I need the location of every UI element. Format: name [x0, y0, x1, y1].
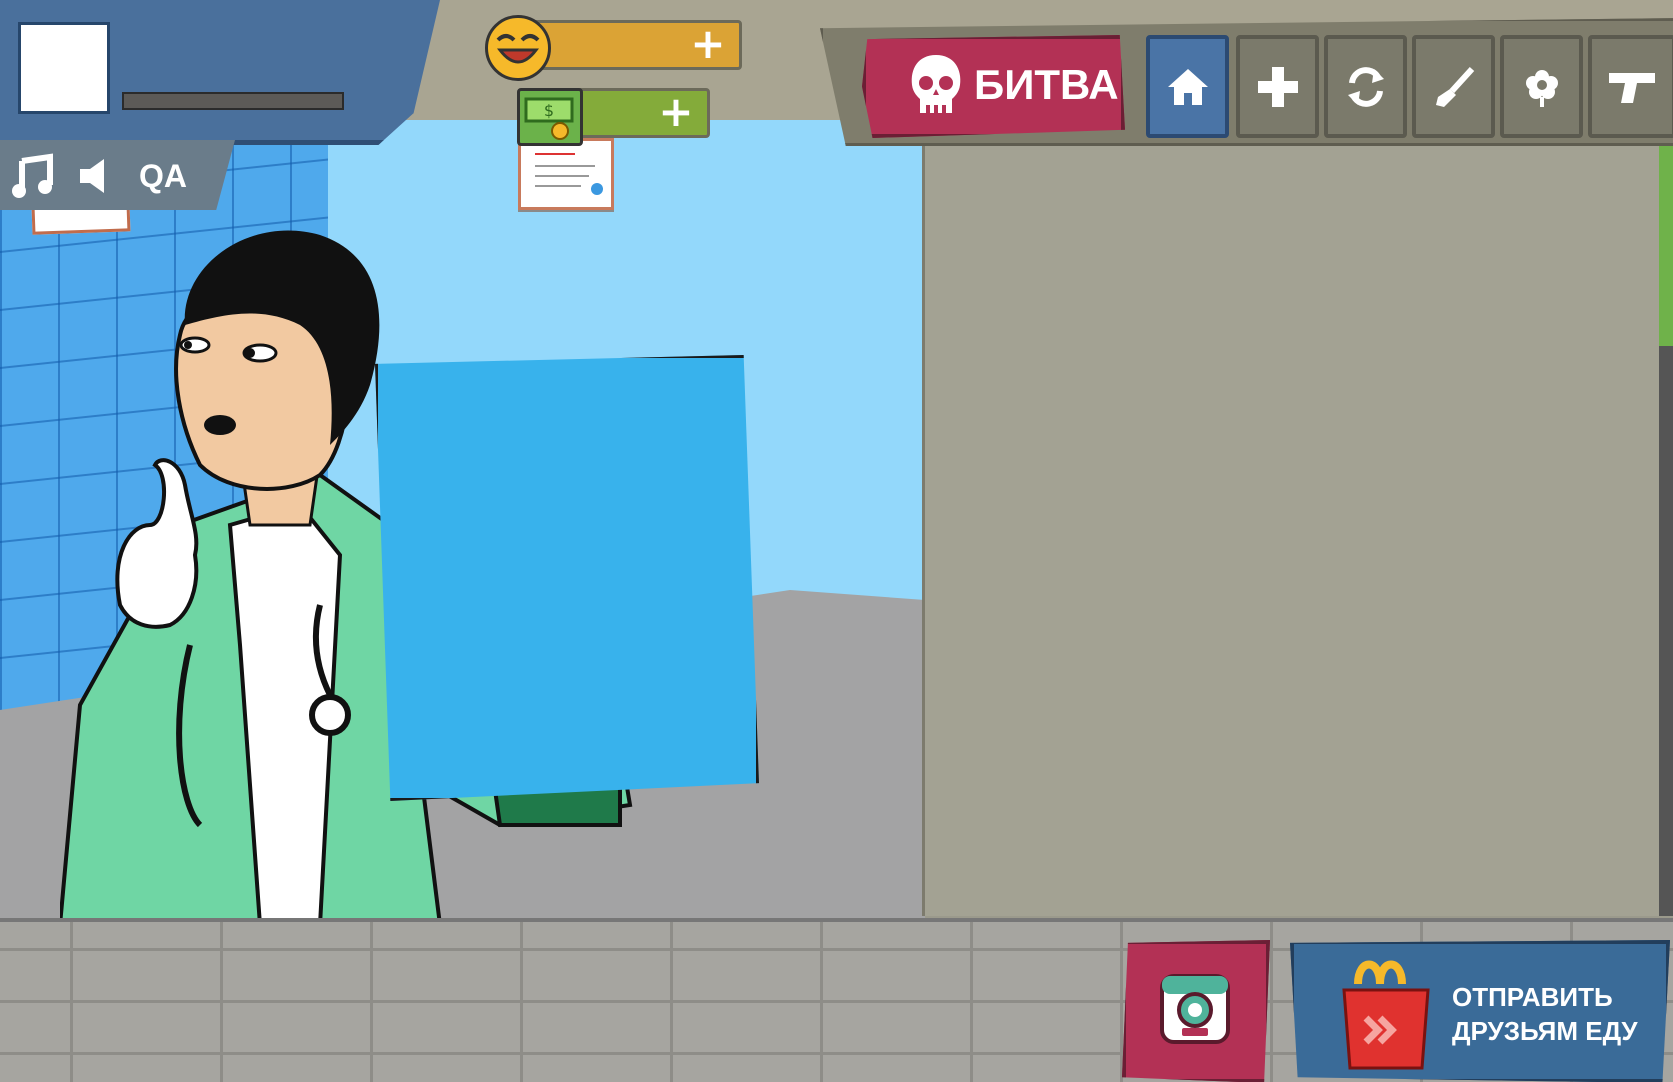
paint-brush-icon	[1435, 66, 1474, 107]
avatar[interactable]	[18, 22, 110, 114]
speaker-icon[interactable]	[72, 150, 122, 202]
battle-label: БИТВА	[974, 61, 1119, 108]
nav-gun-button[interactable]	[1588, 35, 1673, 138]
flower-icon	[1525, 69, 1558, 107]
send-food-label: ОТПРАВИТЬ ДРУЗЬЯМ ЕДУ	[1452, 980, 1652, 1048]
nav-home-button[interactable]	[1146, 35, 1229, 138]
camera-icon	[1160, 974, 1230, 1044]
music-note-icon[interactable]	[8, 150, 58, 202]
wall-certificate	[518, 138, 614, 210]
happy-meal-box-icon	[1342, 960, 1430, 1070]
send-food-label-line1: ОТПРАВИТЬ	[1452, 982, 1613, 1012]
xp-bar	[122, 92, 344, 110]
certificate-seal	[591, 183, 603, 195]
scrollbar-thumb[interactable]	[1659, 146, 1673, 346]
send-food-label-line2: ДРУЗЬЯМ ЕДУ	[1452, 1016, 1638, 1046]
blank-sign	[375, 355, 759, 801]
pistol-icon	[1609, 72, 1655, 103]
laughing-face-icon	[485, 15, 551, 81]
nav-flower-button[interactable]	[1500, 35, 1583, 138]
swap-arrows-icon	[1347, 66, 1384, 107]
qa-button[interactable]: QA	[132, 150, 194, 202]
game-screen: QA + $ + БИТВА ОТПРАВИТЬ ДРУЗЬЯМ ЕДУ	[0, 0, 1673, 1082]
add-smiles-button[interactable]: +	[686, 22, 730, 66]
camera-button[interactable]	[1122, 940, 1270, 1082]
nav-swap-button[interactable]	[1324, 35, 1407, 138]
cash-stack-icon: $	[517, 88, 583, 146]
content-panel	[922, 146, 1663, 916]
add-money-button[interactable]: +	[654, 90, 698, 134]
nav-brush-button[interactable]	[1412, 35, 1495, 138]
svg-text:$: $	[544, 101, 554, 120]
skull-icon	[911, 55, 961, 113]
send-food-button[interactable]: ОТПРАВИТЬ ДРУЗЬЯМ ЕДУ	[1290, 940, 1670, 1082]
home-icon	[1167, 68, 1208, 105]
nav-health-button[interactable]	[1236, 35, 1319, 138]
plus-icon	[1257, 66, 1298, 107]
battle-button[interactable]: БИТВА	[862, 35, 1125, 138]
